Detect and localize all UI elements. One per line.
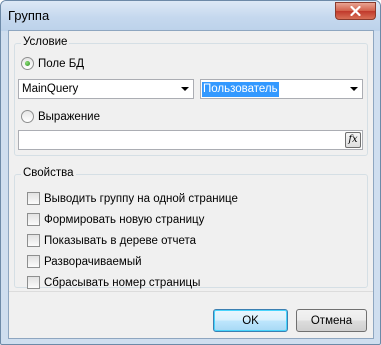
condition-group: Условие Поле БД MainQuery Пользователь В… [14, 36, 368, 156]
datasource-value: MainQuery [22, 83, 79, 95]
window-title: Группа [8, 8, 50, 23]
datasource-combo[interactable]: MainQuery [18, 79, 194, 99]
checkbox-box[interactable] [27, 255, 40, 268]
field-radio[interactable]: Поле БД [21, 57, 84, 70]
checkbox-expandable[interactable]: Разворачиваемый [27, 255, 142, 268]
expression-radio[interactable]: Выражение [21, 110, 100, 123]
footer-separator [9, 291, 373, 292]
checkbox-label: Сбрасывать номер страницы [44, 276, 201, 289]
ok-button[interactable]: OK [213, 309, 288, 332]
close-icon [350, 6, 361, 16]
dialog-window: Группа Условие Поле БД MainQuery Пользов… [0, 0, 381, 345]
field-value: Пользователь [202, 82, 279, 97]
fx-icon: fx [348, 134, 358, 145]
checkbox-label: Разворачиваемый [44, 255, 142, 268]
chevron-down-icon[interactable] [350, 87, 358, 91]
checkbox-label: Показывать в дереве отчета [44, 234, 197, 247]
checkbox-box[interactable] [27, 192, 40, 205]
checkbox-label: Формировать новую страницу [44, 213, 205, 226]
checkbox-box[interactable] [27, 234, 40, 247]
properties-group-title: Свойства [21, 167, 76, 179]
chevron-down-icon[interactable] [181, 87, 189, 91]
properties-group: Свойства Выводить группу на одной страни… [14, 167, 368, 289]
title-bar[interactable]: Группа [1, 1, 380, 31]
checkbox-show-in-tree[interactable]: Показывать в дереве отчета [27, 234, 196, 247]
close-button[interactable] [335, 2, 376, 20]
checkbox-one-page[interactable]: Выводить группу на одной странице [27, 192, 238, 205]
cancel-button[interactable]: Отмена [296, 309, 367, 332]
ok-button-label: OK [242, 314, 259, 327]
radio-dot-unselected[interactable] [21, 110, 34, 123]
checkbox-box[interactable] [27, 276, 40, 289]
checkbox-label: Выводить группу на одной странице [44, 192, 238, 205]
cancel-button-label: Отмена [310, 314, 353, 327]
expression-radio-label: Выражение [38, 110, 100, 123]
radio-dot-selected[interactable] [21, 57, 34, 70]
condition-group-title: Условие [21, 36, 70, 48]
checkbox-box[interactable] [27, 213, 40, 226]
expression-input[interactable]: fx [18, 130, 363, 150]
checkbox-reset-page-number[interactable]: Сбрасывать номер страницы [27, 276, 200, 289]
field-radio-label: Поле БД [38, 57, 85, 70]
field-combo[interactable]: Пользователь [200, 79, 363, 99]
function-editor-button[interactable]: fx [345, 132, 361, 148]
dialog-client-area: Условие Поле БД MainQuery Пользователь В… [8, 30, 374, 339]
checkbox-new-page[interactable]: Формировать новую страницу [27, 213, 204, 226]
